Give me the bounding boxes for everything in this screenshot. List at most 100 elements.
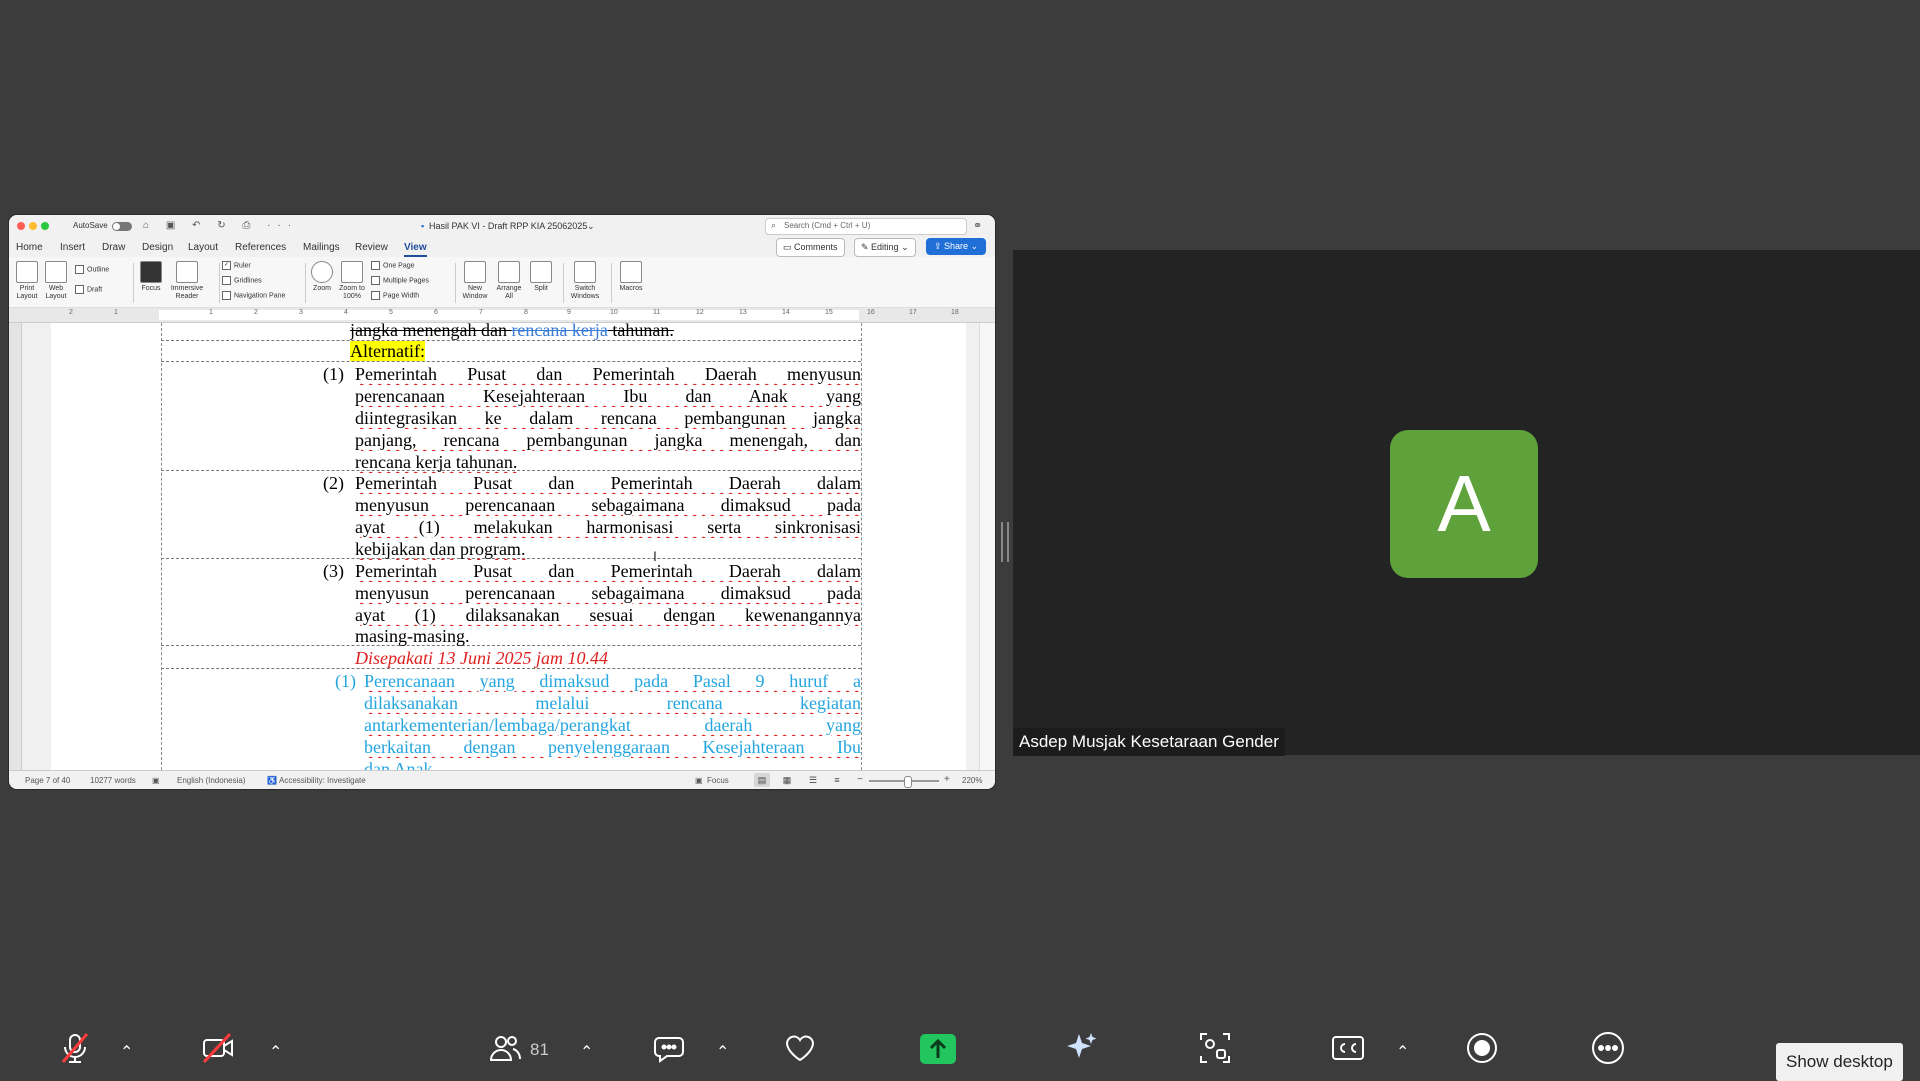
split-button[interactable]: Split: [528, 261, 554, 292]
share-screen-icon[interactable]: [920, 1034, 956, 1064]
participant-video-tile[interactable]: A Asdep Musjak Kesetaraan Gender: [1013, 250, 1920, 756]
outline-view-icon[interactable]: ☰: [805, 773, 821, 787]
autosave-label: AutoSave: [73, 221, 108, 230]
chevron-down-icon[interactable]: ⌄: [587, 221, 595, 232]
macros-button[interactable]: Macros: [615, 261, 647, 292]
autosave-toggle[interactable]: [112, 222, 132, 231]
line-text: ayat (1) melakukan harmonisasi serta sin…: [355, 517, 861, 537]
zoom-in-icon[interactable]: +: [944, 774, 950, 785]
split-view-handle[interactable]: [1001, 522, 1009, 562]
print-layout-button[interactable]: Print Layout: [14, 261, 40, 301]
audio-options-caret-icon[interactable]: ⌃: [120, 1042, 133, 1062]
video-options-caret-icon[interactable]: ⌃: [269, 1042, 282, 1062]
web-layout-button[interactable]: Web Layout: [43, 261, 69, 301]
print-layout-view-icon[interactable]: ▤: [754, 773, 770, 787]
tab-layout[interactable]: Layout: [188, 242, 218, 253]
document-area[interactable]: jangka menengah dan rencana kerja tahuna…: [9, 323, 979, 770]
ruler-label: Ruler: [234, 262, 251, 270]
ruler-checkbox[interactable]: ✓ Ruler: [222, 261, 251, 270]
tab-references[interactable]: References: [235, 242, 286, 253]
comments-button[interactable]: ▭ Comments: [776, 238, 845, 257]
ribbon: Print Layout Web Layout Outline Draft Fo…: [9, 257, 995, 308]
ai-companion-icon[interactable]: [1063, 1030, 1109, 1076]
participants-icon[interactable]: [487, 1030, 533, 1076]
minimize-window-button[interactable]: [29, 222, 37, 230]
link-icon[interactable]: ⚭: [973, 219, 982, 232]
quick-access-icons[interactable]: ⌂ ▣ ↶ ↻ ⎙ ···: [143, 220, 298, 231]
accessibility-icon: ♿: [267, 776, 277, 785]
arrange-all-button[interactable]: Arrange All: [494, 261, 524, 301]
tab-home[interactable]: Home: [16, 242, 43, 253]
focus-mode-button[interactable]: Focus: [707, 776, 729, 785]
tab-review[interactable]: Review: [355, 242, 388, 253]
tab-mailings[interactable]: Mailings: [303, 242, 340, 253]
participant-name: Asdep Musjak Kesetaraan Gender: [1013, 728, 1285, 756]
page-width-label: Page Width: [383, 292, 420, 300]
search-input[interactable]: ⌕ Search (Cmd + Ctrl + U): [765, 218, 967, 235]
immersive-reader-button[interactable]: Immersive Reader: [169, 261, 205, 301]
immersive-reader-icon: [176, 261, 198, 283]
accessibility-status[interactable]: Accessibility: Investigate: [279, 776, 366, 785]
zoom-level[interactable]: 220%: [962, 776, 982, 785]
proofing-icon[interactable]: ▣: [152, 776, 160, 785]
text-line: rencana kerja tahunan.: [355, 451, 861, 473]
tab-insert[interactable]: Insert: [60, 242, 85, 253]
vertical-ruler[interactable]: [9, 323, 22, 770]
share-button[interactable]: ⇪ Share ⌄: [926, 238, 987, 255]
ribbon-divider: [219, 263, 220, 303]
close-window-button[interactable]: [17, 222, 25, 230]
ruler-number: 18: [951, 309, 959, 316]
reactions-icon[interactable]: [782, 1030, 828, 1076]
one-page-icon: [371, 261, 380, 270]
zoom-out-icon[interactable]: −: [857, 774, 863, 785]
language-status[interactable]: English (Indonesia): [177, 776, 245, 785]
mic-muted-icon[interactable]: [57, 1030, 103, 1076]
captions-caret-icon[interactable]: ⌃: [1396, 1042, 1409, 1062]
ruler-text-area: [159, 310, 859, 320]
document-page[interactable]: jangka menengah dan rencana kerja tahuna…: [51, 323, 966, 770]
multiple-pages-button[interactable]: Multiple Pages: [371, 276, 429, 285]
tab-draw[interactable]: Draw: [102, 242, 125, 253]
captions-icon[interactable]: [1330, 1030, 1376, 1076]
apps-icon[interactable]: [1197, 1030, 1243, 1076]
focus-button[interactable]: Focus: [137, 261, 165, 292]
horizontal-ruler[interactable]: 2 1 1 2 3 4 5 6 7 8 9 10 11 12 13 14 15 …: [9, 308, 995, 323]
chat-caret-icon[interactable]: ⌃: [716, 1042, 729, 1062]
text-line: ayat (1) dilaksanakan sesuai dengan kewe…: [355, 604, 861, 626]
new-window-label: New Window: [462, 285, 488, 300]
page-width-button[interactable]: Page Width: [371, 291, 419, 300]
editing-button[interactable]: ✎ Editing ⌄: [854, 238, 916, 257]
word-count[interactable]: 10277 words: [90, 776, 136, 785]
outline-button[interactable]: Outline: [75, 265, 109, 274]
paragraph-number: (2): [323, 473, 344, 493]
multiple-pages-label: Multiple Pages: [383, 277, 429, 285]
text-line: Pemerintah Pusat dan Pemerintah Daerah d…: [355, 560, 861, 582]
page-count[interactable]: Page 7 of 40: [25, 776, 70, 785]
draft-view-icon[interactable]: ≡: [829, 773, 845, 787]
draft-button[interactable]: Draft: [75, 285, 102, 294]
chat-icon[interactable]: [653, 1030, 699, 1076]
more-icon[interactable]: [1590, 1030, 1636, 1076]
one-page-button[interactable]: One Page: [371, 261, 415, 270]
record-icon[interactable]: [1464, 1030, 1510, 1076]
zoom-slider-handle[interactable]: [904, 776, 912, 788]
text-line: menyusun perencanaan sebagaimana dimaksu…: [355, 582, 861, 604]
ruler-number: 3: [299, 309, 303, 316]
tab-view[interactable]: View: [404, 242, 427, 257]
tab-design[interactable]: Design: [142, 242, 173, 253]
vertical-scrollbar[interactable]: [979, 323, 995, 770]
zoom-button[interactable]: Zoom: [309, 261, 335, 292]
comment-icon: ▭: [783, 242, 795, 252]
ruler-number: 4: [344, 309, 348, 316]
search-icon: ⌕: [771, 220, 777, 230]
navigation-pane-checkbox[interactable]: Navigation Pane: [222, 291, 285, 300]
switch-windows-button[interactable]: Switch Windows: [567, 261, 603, 301]
document-title[interactable]: Hasil PAK VI - Draft RPP KIA 25062025: [429, 221, 587, 231]
participants-caret-icon[interactable]: ⌃: [580, 1042, 593, 1062]
maximize-window-button[interactable]: [41, 222, 49, 230]
gridlines-checkbox[interactable]: Gridlines: [222, 276, 262, 285]
zoom-100-button[interactable]: Zoom to 100%: [337, 261, 367, 301]
new-window-button[interactable]: New Window: [460, 261, 490, 301]
web-layout-view-icon[interactable]: ▦: [779, 773, 795, 787]
video-off-icon[interactable]: [200, 1030, 246, 1076]
